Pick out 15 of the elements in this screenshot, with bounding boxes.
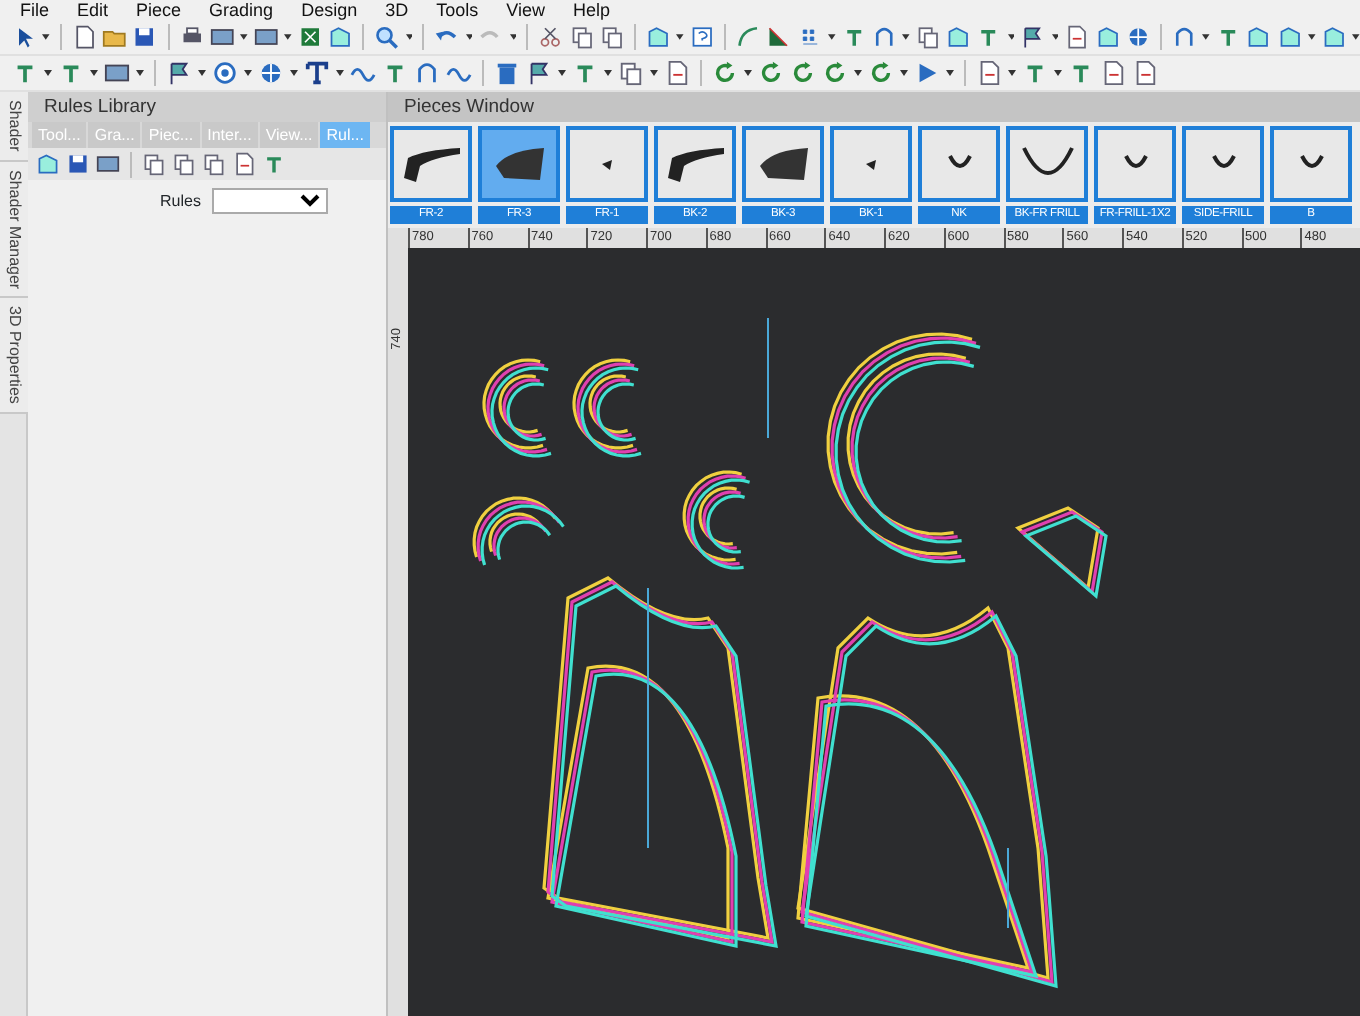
side-tab[interactable]: Shader Manager xyxy=(0,161,28,299)
menu-item[interactable]: Help xyxy=(572,0,610,20)
menu-item[interactable]: Tools xyxy=(436,0,479,20)
menu-item[interactable]: Grading xyxy=(209,0,274,20)
field-label: Rules xyxy=(160,189,201,213)
menu-item[interactable]: View xyxy=(506,0,545,20)
menu-item[interactable]: Piece xyxy=(136,0,182,20)
panel-title: Rules Library xyxy=(28,92,386,122)
menu-item[interactable]: 3D xyxy=(385,0,409,20)
menu-item[interactable]: File xyxy=(20,0,50,20)
side-tab[interactable]: Shader xyxy=(0,92,28,162)
menu-item[interactable]: Edit xyxy=(77,0,109,20)
side-tab[interactable]: 3D Properties xyxy=(0,298,28,415)
panel-title: Pieces Window xyxy=(388,92,1360,122)
menu-item[interactable]: Design xyxy=(301,0,358,20)
